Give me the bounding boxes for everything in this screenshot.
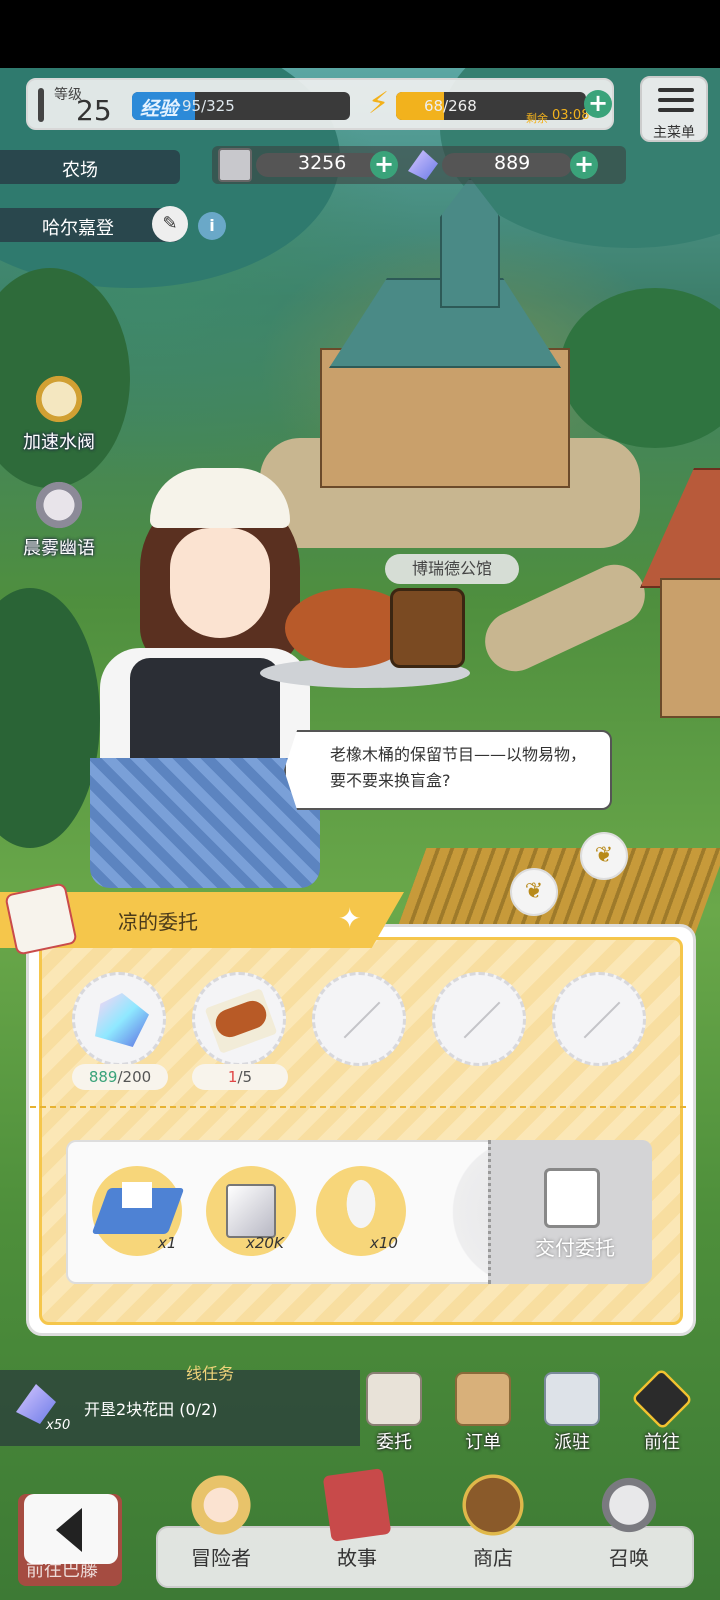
- wheat-icon[interactable]: ❦: [580, 832, 628, 880]
- shop-bag-icon: [457, 1472, 529, 1538]
- book-icon: [322, 1468, 392, 1542]
- wheat-icon[interactable]: ❦: [510, 868, 558, 916]
- requirement-bread-count: 1/5: [192, 1064, 288, 1090]
- cottage[interactable]: [640, 468, 720, 728]
- coins-value: 3256: [298, 152, 347, 174]
- station-action-label: 派驻: [554, 1432, 590, 1453]
- bread-need: /5: [237, 1068, 253, 1086]
- house-icon: [122, 1182, 152, 1208]
- gem-icon: [95, 993, 149, 1047]
- notepad-icon: [366, 1372, 422, 1426]
- sparkle-icon: ✦: [338, 902, 362, 935]
- commission-title: 凉的委托: [118, 910, 198, 934]
- reward-blueprint-qty: x1: [158, 1234, 177, 1252]
- lightning-icon: ⚡: [368, 86, 390, 121]
- character-portrait-icon: [32, 478, 86, 532]
- area-name: 农场: [62, 160, 98, 181]
- reward-metal-qty: x20K: [246, 1234, 284, 1252]
- status-bar: 等级 25 经验 95/325 ⚡ 68/268 剩余 03:08 +: [26, 78, 614, 130]
- main-menu-label: 主菜单: [653, 125, 695, 141]
- npc-kerchief: [150, 468, 290, 528]
- gem-have: 889: [88, 1068, 118, 1086]
- energy-timer: 03:08: [552, 108, 590, 123]
- mansion-wall: [320, 348, 570, 488]
- tab-summon-label: 召唤: [609, 1546, 649, 1570]
- resource-bar: 3256 + 889 +: [212, 146, 626, 184]
- gem-icon: [408, 150, 438, 180]
- quest-text: 开垦2块花田 (0/2): [84, 1400, 218, 1419]
- station-action-button[interactable]: 派驻: [536, 1372, 608, 1454]
- clipboard-icon: [4, 882, 78, 956]
- tab-summon[interactable]: 召唤: [574, 1472, 684, 1571]
- hamburger-icon: [658, 88, 694, 118]
- tab-adventurer[interactable]: 冒险者: [166, 1472, 276, 1571]
- add-gems-button[interactable]: +: [570, 151, 598, 179]
- adventurer-icon: [185, 1472, 257, 1538]
- level-marker: [38, 88, 44, 122]
- commission-action-label: 委托: [376, 1432, 412, 1453]
- exp-value: 95/325: [182, 97, 235, 115]
- tab-adventurer-label: 冒险者: [191, 1546, 251, 1570]
- commission-action-button[interactable]: 委托: [358, 1372, 430, 1454]
- requirement-empty-slot: [312, 972, 406, 1066]
- exp-label: 经验: [140, 98, 179, 120]
- quest-tag: 线任务: [186, 1364, 235, 1383]
- summon-icon: [593, 1472, 665, 1538]
- empty-slot-icon: [343, 1001, 381, 1039]
- quest-reward-qty: x50: [46, 1418, 71, 1433]
- goto-action-button[interactable]: 前往: [626, 1367, 698, 1454]
- add-coins-button[interactable]: +: [370, 151, 398, 179]
- tab-shop[interactable]: 商店: [438, 1472, 548, 1571]
- forest: [0, 588, 100, 848]
- tab-story[interactable]: 故事: [302, 1468, 412, 1571]
- requirement-empty-slot: [432, 972, 526, 1066]
- level-value: 25: [76, 94, 112, 127]
- deliver-commission-label: 交付委托: [535, 1236, 615, 1260]
- mansion[interactable]: [300, 178, 590, 508]
- gems-value: 889: [494, 152, 531, 174]
- empty-slot-icon: [463, 1001, 501, 1039]
- cottage-roof: [640, 468, 720, 588]
- info-icon[interactable]: i: [198, 212, 226, 240]
- map-pin-icon: [544, 1372, 600, 1426]
- mansion-tower: [440, 178, 500, 308]
- npc-character: [90, 468, 480, 888]
- panel-divider: [30, 1106, 686, 1108]
- add-energy-button[interactable]: +: [584, 90, 612, 118]
- order-action-label: 订单: [465, 1432, 501, 1453]
- back-arrow-icon: [56, 1508, 82, 1552]
- energy-value: 68/268: [424, 97, 477, 115]
- requirement-gem-count: 889/200: [72, 1064, 168, 1090]
- back-label: 前往巴藤: [26, 1560, 98, 1581]
- energy-timer-label: 剩余: [526, 112, 548, 125]
- metal-block-icon: [218, 148, 252, 182]
- order-action-button[interactable]: 订单: [447, 1372, 519, 1454]
- area-tag: 农场: [0, 150, 180, 184]
- tab-shop-label: 商店: [473, 1546, 513, 1570]
- npc-skirt: [90, 758, 320, 888]
- exp-bar: 经验 95/325: [132, 92, 350, 120]
- speed-valve-button[interactable]: 加速水阀: [14, 372, 104, 454]
- stopwatch-icon: [32, 372, 86, 426]
- dialogue-bubble: 老橡木桶的保留节目——以物易物，要不要来换盲盒?: [284, 730, 612, 810]
- requirement-gem[interactable]: [72, 972, 166, 1066]
- goto-action-label: 前往: [644, 1432, 680, 1453]
- speed-valve-label: 加速水阀: [23, 432, 95, 453]
- gem-need: /200: [117, 1068, 152, 1086]
- delivery-document-icon: [544, 1168, 600, 1228]
- tab-story-label: 故事: [337, 1546, 377, 1570]
- empty-slot-icon: [583, 1001, 621, 1039]
- main-menu-button[interactable]: 主菜单: [640, 76, 708, 142]
- npc-face: [170, 528, 270, 638]
- pencil-icon[interactable]: ✎: [152, 206, 188, 242]
- requirement-empty-slot: [552, 972, 646, 1066]
- cottage-wall: [660, 578, 720, 718]
- farm-name: 哈尔嘉登: [42, 218, 114, 239]
- reward-herb-qty: x10: [370, 1234, 398, 1252]
- requirement-bread[interactable]: [192, 972, 286, 1066]
- direction-sign-icon: [630, 1367, 694, 1431]
- box-icon: [455, 1372, 511, 1426]
- oak-barrel: [390, 588, 465, 668]
- metal-block-icon: [226, 1184, 276, 1238]
